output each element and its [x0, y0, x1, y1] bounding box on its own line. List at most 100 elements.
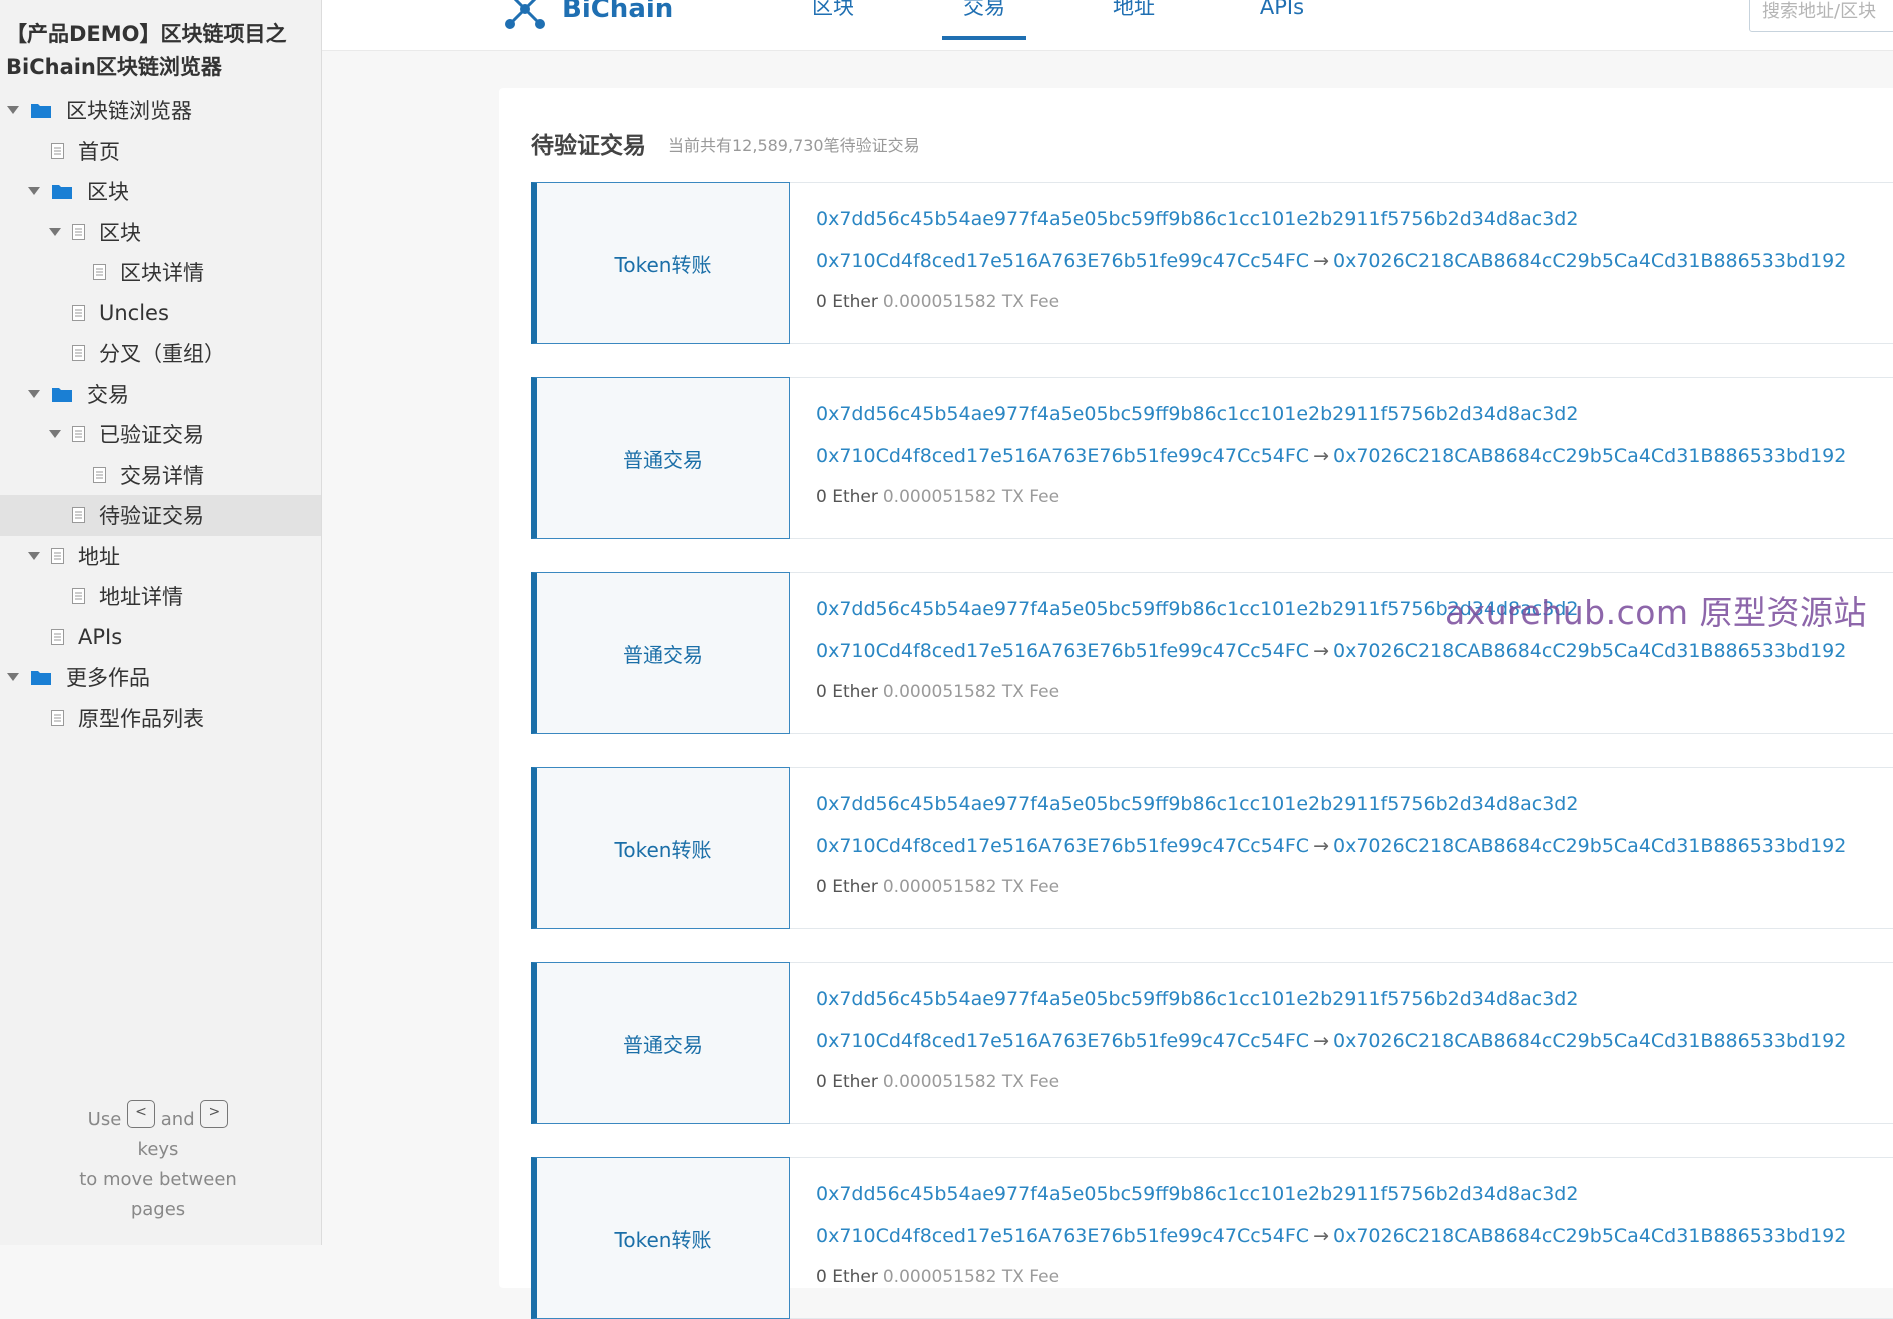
transaction-fee: 0.000051582 TX Fee — [882, 877, 1060, 897]
pending-transactions-card: 待验证交易 当前共有12,589,730笔待验证交易 Token转账 0x7dd5… — [499, 88, 1893, 1319]
sidebar-item-label: 首页 — [78, 139, 120, 164]
brand-logo[interactable]: BiChain — [502, 0, 673, 32]
from-address-link[interactable]: 0x710Cd4f8ced17e516A763E76b51fe99c47Cc54… — [816, 640, 1309, 662]
folder-icon — [51, 385, 73, 403]
watermark: axurehub.com 原型资源站 — [1445, 593, 1868, 632]
sidebar-item-label: 更多作品 — [66, 666, 150, 691]
transaction-fee: 0.000051582 TX Fee — [882, 1072, 1060, 1092]
nav-tab-apis[interactable]: APIs — [1259, 0, 1305, 48]
transaction-amount: 0 Ether — [816, 487, 878, 507]
transaction-type-badge[interactable]: Token转账 — [531, 1157, 790, 1319]
to-address-link[interactable]: 0x7026C218CAB8684cC29b5Ca4Cd31B886533bd1… — [1333, 250, 1846, 272]
transaction-hash-link[interactable]: 0x7dd56c45b54ae977f4a5e05bc59ff9b86c1cc1… — [816, 1183, 1578, 1205]
sidebar-item[interactable]: 区块链浏览器 — [0, 90, 321, 131]
transaction-addresses: 0x710Cd4f8ced17e516A763E76b51fe99c47Cc54… — [816, 1030, 1846, 1052]
transaction-type-badge[interactable]: Token转账 — [531, 182, 790, 344]
next-key-icon: > — [200, 1100, 229, 1128]
transaction-hash-link[interactable]: 0x7dd56c45b54ae977f4a5e05bc59ff9b86c1cc1… — [816, 988, 1578, 1010]
sidebar-item-label: 原型作品列表 — [78, 706, 204, 731]
sidebar-item[interactable]: 交易详情 — [0, 455, 321, 496]
from-address-link[interactable]: 0x710Cd4f8ced17e516A763E76b51fe99c47Cc54… — [816, 250, 1309, 272]
to-address-link[interactable]: 0x7026C218CAB8684cC29b5Ca4Cd31B886533bd1… — [1333, 1030, 1846, 1052]
transaction-row: Token转账 0x7dd56c45b54ae977f4a5e05bc59ff9b… — [531, 182, 1893, 344]
to-address-link[interactable]: 0x7026C218CAB8684cC29b5Ca4Cd31B886533bd1… — [1333, 1225, 1846, 1247]
to-address-link[interactable]: 0x7026C218CAB8684cC29b5Ca4Cd31B886533bd1… — [1333, 445, 1846, 467]
sidebar-item[interactable]: 地址详情 — [0, 576, 321, 617]
page-icon — [51, 709, 64, 726]
top-header: BiChain 区块 交易 地址 APIs — [322, 0, 1893, 51]
sidebar: 【产品DEMO】区块链项目之BiChain区块链浏览器 区块链浏览器 首页 区块 区块… — [0, 0, 322, 1245]
prev-key-icon: < — [127, 1100, 156, 1128]
to-address-link[interactable]: 0x7026C218CAB8684cC29b5Ca4Cd31B886533bd1… — [1333, 640, 1846, 662]
from-address-link[interactable]: 0x710Cd4f8ced17e516A763E76b51fe99c47Cc54… — [816, 1225, 1309, 1247]
sidebar-item[interactable]: 分叉（重组） — [0, 333, 321, 374]
transaction-type-badge[interactable]: Token转账 — [531, 767, 790, 929]
expand-arrow-icon[interactable] — [27, 387, 41, 401]
nav-tab-blocks[interactable]: 区块 — [811, 0, 855, 48]
transaction-type-badge[interactable]: 普通交易 — [531, 962, 790, 1124]
nav-tab-transactions[interactable]: 交易 — [942, 0, 1026, 48]
sidebar-item[interactable]: 地址 — [0, 536, 321, 577]
sidebar-item[interactable]: Uncles — [0, 293, 321, 334]
to-address-link[interactable]: 0x7026C218CAB8684cC29b5Ca4Cd31B886533bd1… — [1333, 835, 1846, 857]
folder-icon — [51, 182, 73, 200]
transaction-amount: 0 Ether — [816, 682, 878, 702]
expand-arrow-icon[interactable] — [27, 549, 41, 563]
transaction-addresses: 0x710Cd4f8ced17e516A763E76b51fe99c47Cc54… — [816, 445, 1846, 467]
sidebar-item[interactable]: 待验证交易 — [0, 495, 321, 536]
sidebar-item-label: 地址 — [78, 544, 120, 569]
sidebar-item[interactable]: 区块 — [0, 171, 321, 212]
nav-tab-label: 交易 — [963, 0, 1005, 19]
from-address-link[interactable]: 0x710Cd4f8ced17e516A763E76b51fe99c47Cc54… — [816, 445, 1309, 467]
search-input[interactable] — [1749, 0, 1893, 32]
transaction-row: 普通交易 0x7dd56c45b54ae977f4a5e05bc59ff9b86c… — [531, 377, 1893, 539]
sidebar-item[interactable]: APIs — [0, 617, 321, 658]
sidebar-item[interactable]: 区块详情 — [0, 252, 321, 293]
transaction-addresses: 0x710Cd4f8ced17e516A763E76b51fe99c47Cc54… — [816, 250, 1846, 272]
sidebar-item[interactable]: 更多作品 — [0, 657, 321, 698]
expand-arrow-icon[interactable] — [48, 427, 62, 441]
transaction-fee-line: 0 Ether 0.000051582 TX Fee — [816, 1267, 1059, 1287]
page-icon — [51, 547, 64, 564]
page-icon — [51, 628, 64, 645]
sidebar-item-label: 区块详情 — [120, 261, 204, 286]
transaction-fee: 0.000051582 TX Fee — [882, 682, 1060, 702]
transaction-info: 0x7dd56c45b54ae977f4a5e05bc59ff9b86c1cc1… — [790, 1157, 1893, 1319]
page-icon — [72, 223, 85, 240]
transaction-amount: 0 Ether — [816, 1267, 878, 1287]
transaction-hash-link[interactable]: 0x7dd56c45b54ae977f4a5e05bc59ff9b86c1cc1… — [816, 403, 1578, 425]
help-pages: pages — [130, 1199, 186, 1220]
transaction-info: 0x7dd56c45b54ae977f4a5e05bc59ff9b86c1cc1… — [790, 182, 1893, 344]
transaction-fee-line: 0 Ether 0.000051582 TX Fee — [816, 682, 1059, 702]
expand-arrow-icon[interactable] — [27, 184, 41, 198]
project-title: 【产品DEMO】区块链项目之BiChain区块链浏览器 — [6, 22, 287, 79]
help-use: Use — [87, 1109, 122, 1130]
transaction-row: Token转账 0x7dd56c45b54ae977f4a5e05bc59ff9b… — [531, 1157, 1893, 1319]
page-tree: 区块链浏览器首页区块 区块区块详情 Uncles 分叉（重组） 交易 已验证交易 交易详情待… — [0, 90, 321, 738]
transaction-addresses: 0x710Cd4f8ced17e516A763E76b51fe99c47Cc54… — [816, 835, 1846, 857]
transaction-amount: 0 Ether — [816, 1072, 878, 1092]
transaction-addresses: 0x710Cd4f8ced17e516A763E76b51fe99c47Cc54… — [816, 640, 1846, 662]
sidebar-item[interactable]: 区块 — [0, 212, 321, 253]
sidebar-item[interactable]: 交易 — [0, 374, 321, 415]
transaction-amount: 0 Ether — [816, 877, 878, 897]
nav-tab-addresses[interactable]: 地址 — [1111, 0, 1157, 48]
sidebar-item[interactable]: 已验证交易 — [0, 414, 321, 455]
sidebar-item[interactable]: 首页 — [0, 131, 321, 172]
transaction-hash-link[interactable]: 0x7dd56c45b54ae977f4a5e05bc59ff9b86c1cc1… — [816, 208, 1578, 230]
expand-arrow-icon[interactable] — [6, 103, 20, 117]
expand-arrow-icon[interactable] — [6, 670, 20, 684]
transaction-fee-line: 0 Ether 0.000051582 TX Fee — [816, 487, 1059, 507]
transaction-hash-link[interactable]: 0x7dd56c45b54ae977f4a5e05bc59ff9b86c1cc1… — [816, 793, 1578, 815]
transaction-fee: 0.000051582 TX Fee — [882, 292, 1060, 312]
expand-arrow-icon[interactable] — [48, 225, 62, 239]
transaction-type-badge[interactable]: 普通交易 — [531, 572, 790, 734]
nav-tab-label: 区块 — [812, 0, 854, 19]
from-address-link[interactable]: 0x710Cd4f8ced17e516A763E76b51fe99c47Cc54… — [816, 835, 1309, 857]
sidebar-item[interactable]: 原型作品列表 — [0, 698, 321, 739]
folder-icon — [30, 101, 52, 119]
transaction-type-badge[interactable]: 普通交易 — [531, 377, 790, 539]
arrow-right-icon: → — [1313, 1030, 1329, 1052]
from-address-link[interactable]: 0x710Cd4f8ced17e516A763E76b51fe99c47Cc54… — [816, 1030, 1309, 1052]
sidebar-item-label: Uncles — [99, 300, 169, 325]
